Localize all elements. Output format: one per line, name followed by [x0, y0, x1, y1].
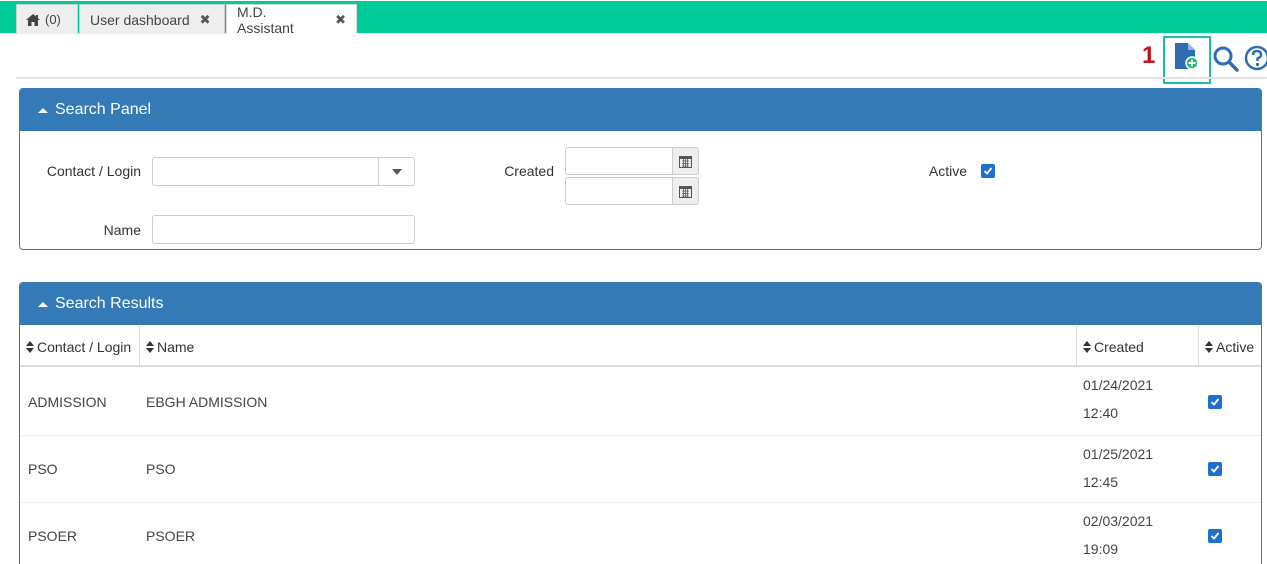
- sort-icon: [26, 340, 34, 353]
- name-label: Name: [103, 222, 141, 238]
- created-from-input[interactable]: [565, 147, 673, 175]
- search-panel: Search Panel Contact / Login Name Create…: [19, 88, 1262, 250]
- sort-icon: [146, 340, 154, 353]
- created-to-group: [565, 177, 699, 205]
- created-label: Created: [504, 163, 554, 179]
- results-panel: Search Results Contact / Login Name Crea…: [19, 282, 1262, 564]
- cell-created-time: 12:40: [1083, 405, 1119, 421]
- active-checkbox[interactable]: [981, 164, 995, 178]
- close-icon[interactable]: ✖: [200, 12, 211, 28]
- cell-name: EBGH ADMISSION: [146, 394, 268, 410]
- calendar-icon: [679, 185, 692, 198]
- calendar-icon: [679, 155, 692, 168]
- calendar-button[interactable]: [672, 177, 699, 205]
- table-row[interactable]: PSOER PSOER 02/03/2021 19:09: [20, 503, 1261, 564]
- dropdown-arrow-icon[interactable]: [378, 158, 414, 185]
- results-table-header: Contact / Login Name Created Active: [20, 326, 1261, 367]
- tab-md-assistant-label: M.D. Assistant: [237, 3, 294, 36]
- cell-login: ADMISSION: [28, 394, 107, 410]
- caret-up-icon: [38, 107, 48, 113]
- name-input[interactable]: [152, 215, 415, 244]
- column-header-contact-login[interactable]: Contact / Login: [20, 326, 140, 367]
- row-active-checkbox[interactable]: [1208, 529, 1222, 543]
- checkbox-checked-icon: [983, 167, 993, 175]
- column-header-active[interactable]: Active: [1199, 326, 1261, 367]
- sort-icon: [1083, 340, 1091, 353]
- table-row[interactable]: ADMISSION EBGH ADMISSION 01/24/2021 12:4…: [20, 369, 1261, 436]
- toolbar-divider: [16, 77, 1267, 79]
- caret-up-icon: [38, 301, 48, 307]
- new-document-icon[interactable]: [1173, 42, 1199, 70]
- cell-login: PSO: [28, 461, 58, 477]
- row-active-checkbox[interactable]: [1208, 395, 1222, 409]
- step-number: 1: [1142, 42, 1156, 69]
- sort-icon: [1205, 340, 1213, 353]
- calendar-button[interactable]: [672, 147, 699, 175]
- cell-created-date: 02/03/2021: [1083, 513, 1154, 529]
- created-from-group: [565, 147, 699, 175]
- contact-login-select[interactable]: [152, 157, 415, 186]
- tab-user-dashboard[interactable]: User dashboard ✖: [79, 4, 225, 34]
- tab-bar: (0) User dashboard ✖ M.D. Assistant ✖: [0, 0, 1267, 36]
- cell-created-time: 19:09: [1083, 541, 1119, 557]
- home-tab-count: (0): [45, 12, 61, 27]
- results-panel-title: Search Results: [55, 295, 164, 312]
- created-to-input[interactable]: [565, 177, 673, 205]
- table-row[interactable]: PSO PSO 01/25/2021 12:45: [20, 436, 1261, 503]
- tab-user-dashboard-label: User dashboard: [90, 11, 190, 28]
- column-label: Contact / Login: [37, 338, 132, 355]
- search-panel-header[interactable]: Search Panel: [20, 89, 1261, 131]
- home-icon: [26, 13, 40, 26]
- help-icon[interactable]: [1244, 44, 1267, 72]
- cell-created-date: 01/25/2021: [1083, 446, 1154, 462]
- cell-created-date: 01/24/2021: [1083, 377, 1154, 393]
- cell-login: PSOER: [28, 528, 78, 544]
- column-header-name[interactable]: Name: [140, 326, 1077, 367]
- tab-md-assistant[interactable]: M.D. Assistant ✖: [226, 3, 357, 36]
- tab-home[interactable]: (0): [16, 4, 78, 34]
- search-panel-title: Search Panel: [55, 101, 152, 118]
- cell-created-time: 12:45: [1083, 474, 1119, 490]
- close-icon[interactable]: ✖: [335, 12, 346, 28]
- contact-login-label: Contact / Login: [46, 163, 141, 179]
- column-header-created[interactable]: Created: [1077, 326, 1199, 367]
- search-icon[interactable]: [1212, 45, 1240, 73]
- column-label: Name: [157, 338, 195, 355]
- cell-name: PSO: [146, 461, 176, 477]
- results-panel-header[interactable]: Search Results: [20, 283, 1261, 325]
- row-active-checkbox[interactable]: [1208, 462, 1222, 476]
- column-label: Created: [1094, 338, 1144, 355]
- cell-name: PSOER: [146, 528, 196, 544]
- column-label: Active: [1216, 338, 1255, 355]
- checkbox-checked-icon: [1210, 398, 1220, 406]
- checkbox-checked-icon: [1210, 465, 1220, 473]
- active-label: Active: [928, 163, 967, 179]
- checkbox-checked-icon: [1210, 532, 1220, 540]
